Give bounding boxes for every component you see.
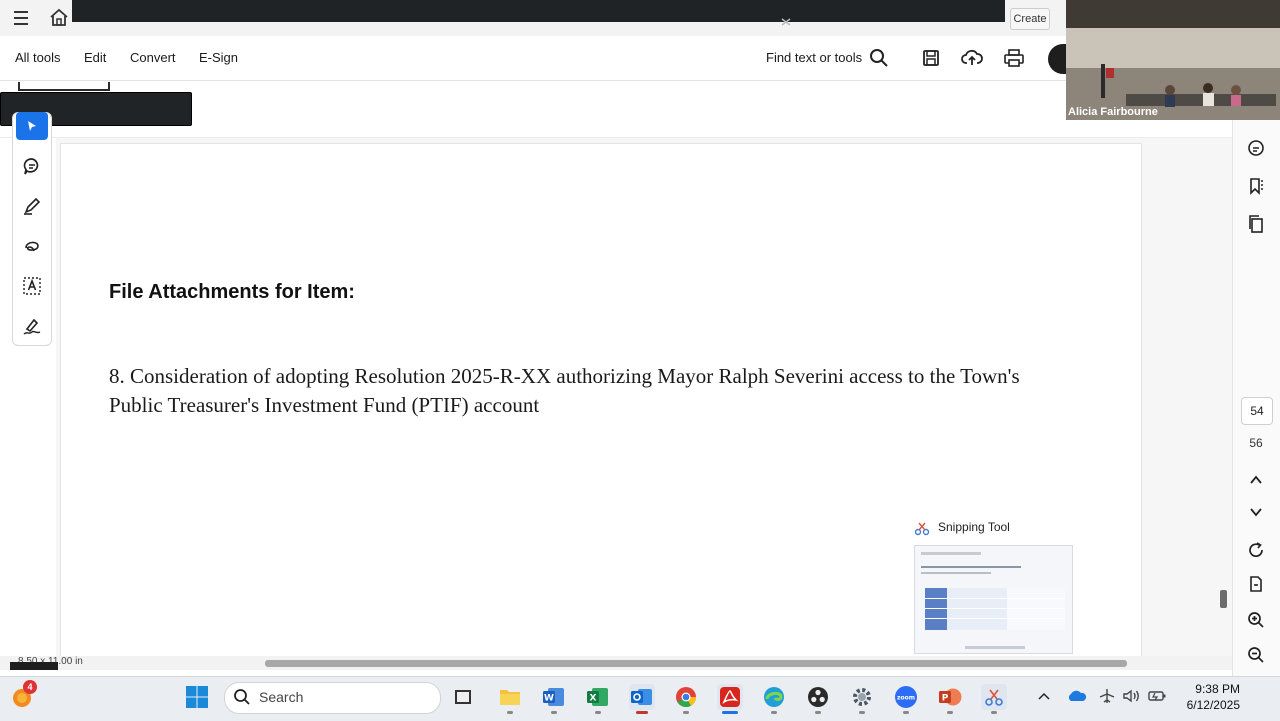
select-tool[interactable] (16, 112, 48, 140)
windows-start-icon[interactable] (184, 684, 210, 710)
powerpoint-icon[interactable]: P (937, 684, 963, 710)
clock-time: 9:38 PM (1195, 682, 1240, 696)
pages-icon[interactable] (1244, 212, 1268, 236)
save-icon[interactable] (919, 46, 943, 70)
running-indicator (947, 711, 953, 714)
svg-text:P: P (942, 694, 949, 704)
create-button[interactable]: Create (1010, 8, 1050, 30)
running-indicator (991, 711, 997, 714)
running-indicator (859, 711, 865, 714)
running-indicator (771, 711, 777, 714)
settings-gear-icon[interactable] (849, 684, 875, 710)
participant-name: Alicia Fairbourne (1068, 106, 1158, 118)
draw-icon[interactable] (16, 231, 48, 261)
running-indicator (815, 711, 821, 714)
total-pages: 56 (1249, 436, 1263, 450)
notification-badge: 4 (23, 680, 37, 694)
menu-e-sign[interactable]: E-Sign (199, 50, 238, 65)
comment-panel-icon[interactable] (1244, 136, 1268, 160)
chrome-icon[interactable] (673, 684, 699, 710)
running-indicator (595, 711, 601, 714)
menu-edit[interactable]: Edit (84, 50, 106, 65)
text-box-icon[interactable] (16, 271, 48, 301)
edge-icon[interactable] (761, 684, 787, 710)
onedrive-icon[interactable] (1066, 688, 1088, 704)
taskbar-clock[interactable]: 9:38 PM 6/12/2025 (1180, 681, 1240, 713)
word-icon[interactable]: W (541, 684, 567, 710)
print-icon[interactable] (1002, 46, 1026, 70)
snipping-tool-title: Snipping Tool (938, 520, 1010, 534)
clock-date: 6/12/2025 (1186, 698, 1240, 712)
running-indicator (683, 711, 689, 714)
close-tab-icon[interactable] (780, 14, 792, 26)
active-indicator (636, 711, 648, 714)
attachments-heading: File Attachments for Item: (109, 281, 355, 303)
agenda-item-text: 8. Consideration of adopting Resolution … (109, 364, 1020, 417)
current-page-input[interactable]: 54 (1241, 397, 1273, 425)
hamburger-menu-icon[interactable] (12, 9, 32, 27)
svg-text:X: X (590, 694, 597, 704)
tab-strip (72, 0, 1005, 22)
home-icon[interactable] (48, 7, 70, 29)
snipping-tool-icon (914, 520, 930, 536)
taskbar-search-box[interactable] (224, 682, 441, 714)
snipping-tool-taskbar-icon[interactable] (981, 684, 1007, 710)
comment-icon[interactable] (16, 151, 48, 181)
running-indicator (551, 711, 557, 714)
running-indicator (507, 711, 513, 714)
zoom-app-icon[interactable]: zoom (893, 684, 919, 710)
file-explorer-icon[interactable] (497, 684, 523, 710)
rotate-icon[interactable] (1244, 538, 1268, 562)
tab-indicator (18, 82, 110, 91)
menu-all-tools[interactable]: All tools (15, 50, 61, 65)
volume-icon[interactable] (1122, 687, 1142, 705)
battery-icon[interactable] (1147, 687, 1167, 705)
svg-text:W: W (544, 694, 554, 704)
excel-icon[interactable]: X (585, 684, 611, 710)
chevron-down-icon[interactable] (1244, 500, 1268, 524)
taskbar-search-icon (233, 688, 251, 706)
taskbar-search-placeholder: Search (259, 689, 304, 705)
menu-convert[interactable]: Convert (130, 50, 176, 65)
outlook-icon[interactable] (629, 684, 655, 710)
snipping-tool-preview[interactable] (914, 545, 1073, 654)
bookmark-icon[interactable] (1244, 174, 1268, 198)
adobe-acrobat-icon[interactable] (717, 684, 743, 710)
status-overlay (10, 662, 58, 670)
vertical-scrollbar-thumb[interactable] (1220, 590, 1227, 608)
zoom-in-icon[interactable] (1244, 608, 1268, 632)
cloud-upload-icon[interactable] (960, 46, 984, 70)
horizontal-scrollbar-thumb[interactable] (265, 660, 1127, 667)
search-icon[interactable] (867, 46, 891, 70)
sign-icon[interactable] (16, 311, 48, 341)
fit-page-icon[interactable] (1244, 572, 1268, 596)
task-view-icon[interactable] (450, 684, 476, 710)
zoom-video-tile (1066, 0, 1280, 120)
chevron-up-icon[interactable] (1244, 468, 1268, 492)
highlight-pen-icon[interactable] (16, 191, 48, 221)
obs-icon[interactable] (805, 684, 831, 710)
tray-overflow-chevron-icon[interactable] (1036, 688, 1052, 704)
airplane-mode-icon[interactable] (1098, 687, 1116, 705)
zoom-out-icon[interactable] (1244, 643, 1268, 667)
find-text-or-tools[interactable]: Find text or tools (766, 50, 862, 65)
running-indicator (903, 711, 909, 714)
active-indicator (722, 711, 738, 714)
svg-text:zoom: zoom (897, 695, 915, 702)
